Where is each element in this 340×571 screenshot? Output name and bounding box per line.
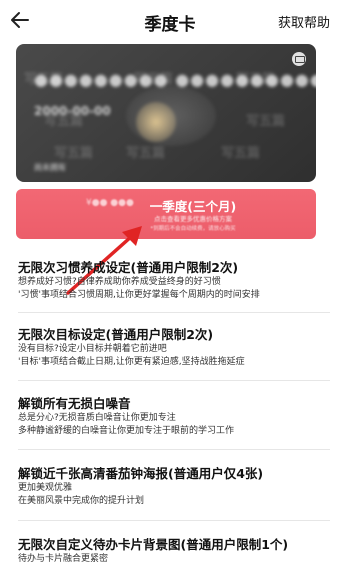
card-watermark: 写五篇 bbox=[246, 114, 286, 129]
card-watermark: 写五篇 bbox=[221, 146, 261, 161]
plan-option-quarterly[interactable]: ¥●● ●●● 一季度(三个月) 点击查看更多优惠价格方案 *到期后不会自动续费… bbox=[16, 189, 316, 239]
feature-desc: '习惯'事项结合习惯周期,让你更好掌握每个周期内的时间安排 bbox=[18, 289, 260, 300]
card-number-placeholder: ●●●●●●●●● ●●●●●●●●●● bbox=[34, 70, 316, 89]
card-owner-status: 尚未拥有 bbox=[34, 163, 66, 172]
card-watermark: 写五篇 bbox=[54, 146, 94, 161]
feature-item-posters: 解锁近千张高清番茄钟海报(普通用户仅4张) 更加美观优雅 在美丽风景中完成你的提… bbox=[18, 466, 328, 507]
card-watermark: 写五篇 bbox=[126, 146, 166, 161]
feature-title: 解锁近千张高清番茄钟海报(普通用户仅4张) bbox=[18, 466, 264, 481]
feature-desc: 更加美观优雅 bbox=[18, 483, 73, 493]
feature-desc: 在美丽风景中完成你的提升计划 bbox=[18, 495, 145, 506]
plan-note: *到期后不会自动续费，请放心购买 bbox=[150, 226, 236, 232]
feature-item-white-noise: 解锁所有无损白噪音 总是分心?无损音质白噪音让你更加专注 多种静谧舒缓的白噪音让… bbox=[18, 396, 328, 437]
feature-desc: '目标'事项结合截止日期,让你更有紧迫感,坚持战胜拖延症 bbox=[18, 356, 245, 367]
feature-title: 无限次自定义待办卡片背景图(普通用户限制1个) bbox=[18, 537, 289, 552]
feature-desc: 多种静谧舒缓的白噪音让你更加专注于眼前的学习工作 bbox=[18, 425, 235, 436]
feature-desc: 待办与卡片融合更紧密 bbox=[18, 554, 109, 564]
feature-desc: 总是分心?无损音质白噪音让你更加专注 bbox=[18, 413, 176, 423]
feature-title: 无限次习惯养成设定(普通用户限制2次) bbox=[18, 260, 239, 275]
divider bbox=[18, 449, 330, 450]
feature-title: 无限次目标设定(普通用户限制2次) bbox=[18, 327, 214, 342]
feature-item-habit: 无限次习惯养成设定(普通用户限制2次) 想养成好习惯?自律养成助你养成受益终身的… bbox=[18, 260, 328, 301]
top-bar: 季度卡 获取帮助 bbox=[0, 0, 340, 42]
feature-desc: 没有目标?设定小目标并朝着它前进吧 bbox=[18, 344, 167, 354]
card-badge-icon bbox=[292, 52, 306, 66]
feature-title: 解锁所有无损白噪音 bbox=[18, 396, 131, 411]
plan-subtitle: 点击查看更多优惠价格方案 bbox=[154, 215, 232, 223]
card-date: 2000-00-00 bbox=[34, 104, 111, 118]
divider bbox=[18, 520, 330, 521]
card-blurred-content: 写五篇 写五篇 写五篇 写五篇 写五篇 写五篇 写五篇 写五篇 ●●●●●●●●… bbox=[16, 44, 316, 182]
feature-item-card-background: 无限次自定义待办卡片背景图(普通用户限制1个) 待办与卡片融合更紧密 bbox=[18, 537, 328, 566]
divider bbox=[18, 312, 330, 313]
feature-desc: 想养成好习惯?自律养成助你养成受益终身的好习惯 bbox=[18, 277, 221, 287]
membership-card: 写五篇 写五篇 写五篇 写五篇 写五篇 写五篇 写五篇 写五篇 ●●●●●●●●… bbox=[16, 44, 316, 182]
divider bbox=[18, 380, 330, 381]
help-button[interactable]: 获取帮助 bbox=[278, 12, 330, 31]
feature-item-goal: 无限次目标设定(普通用户限制2次) 没有目标?设定小目标并朝着它前进吧 '目标'… bbox=[18, 327, 328, 368]
